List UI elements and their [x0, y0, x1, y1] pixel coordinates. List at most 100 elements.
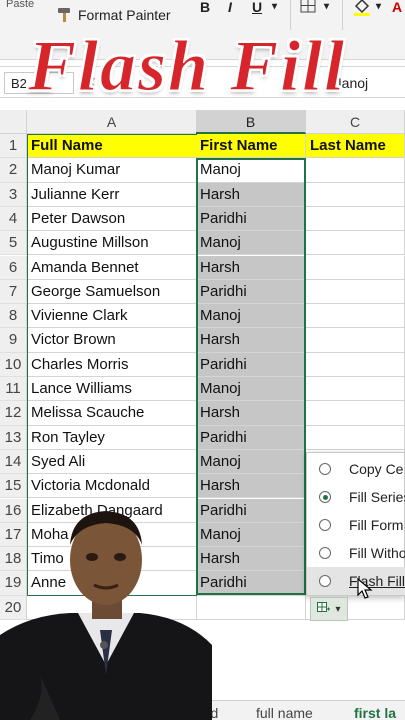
- full-name-cell[interactable]: Vivienne Clark: [27, 304, 197, 329]
- menu-item-flash-fill[interactable]: Flash Fill: [307, 567, 405, 595]
- paintbrush-icon: [56, 7, 74, 23]
- row-header[interactable]: 10: [0, 352, 27, 377]
- empty-cell[interactable]: [196, 595, 306, 620]
- first-name-cell[interactable]: Harsh: [196, 474, 306, 499]
- row-header[interactable]: 9: [0, 328, 27, 353]
- last-name-cell[interactable]: [306, 401, 405, 426]
- last-name-cell[interactable]: [306, 352, 405, 377]
- row-header[interactable]: 8: [0, 304, 27, 329]
- full-name-cell[interactable]: Augustine Millson: [27, 231, 197, 256]
- radio-icon: [319, 519, 331, 531]
- row-header[interactable]: 7: [0, 279, 27, 305]
- row-header[interactable]: 4: [0, 206, 27, 232]
- menu-item-fill-series[interactable]: Fill Series: [307, 483, 405, 511]
- row-header[interactable]: 5: [0, 231, 27, 256]
- first-name-cell[interactable]: Harsh: [196, 547, 306, 572]
- radio-icon: [319, 547, 331, 559]
- first-name-cell[interactable]: Manoj: [196, 158, 306, 183]
- autofill-icon: [317, 601, 331, 617]
- full-name-cell[interactable]: Ron Tayley: [27, 425, 197, 450]
- full-name-cell[interactable]: Charles Morris: [27, 352, 197, 377]
- last-name-cell[interactable]: [306, 304, 405, 329]
- row-header[interactable]: 3: [0, 182, 27, 207]
- select-all-corner[interactable]: [0, 110, 27, 134]
- first-name-cell[interactable]: Manoj: [196, 304, 306, 329]
- first-name-cell[interactable]: Harsh: [196, 182, 306, 207]
- first-name-cell[interactable]: Paridhi: [196, 206, 306, 232]
- last-name-cell[interactable]: [306, 255, 405, 280]
- row-header[interactable]: 12: [0, 401, 27, 426]
- full-name-cell[interactable]: Julianne Kerr: [27, 182, 197, 207]
- first-name-cell[interactable]: Paridhi: [196, 498, 306, 523]
- last-name-cell[interactable]: [306, 231, 405, 256]
- last-name-cell[interactable]: [306, 425, 405, 450]
- last-name-cell[interactable]: [306, 206, 405, 232]
- last-name-cell[interactable]: [306, 328, 405, 353]
- row-header[interactable]: 11: [0, 377, 27, 402]
- row-header[interactable]: 15: [0, 474, 27, 499]
- full-name-cell[interactable]: Lance Williams: [27, 377, 197, 402]
- column-header-c[interactable]: C: [306, 110, 405, 134]
- font-color-button[interactable]: A: [392, 0, 402, 16]
- menu-item-fill-formatting[interactable]: Fill Form: [307, 511, 405, 539]
- fill-color-dropdown-icon[interactable]: ▾: [376, 0, 381, 16]
- full-name-cell[interactable]: Manoj Kumar: [27, 158, 197, 183]
- last-name-cell[interactable]: [306, 182, 405, 207]
- menu-item-label: Fill Witho: [349, 545, 405, 561]
- first-name-cell[interactable]: Manoj: [196, 231, 306, 256]
- full-name-cell[interactable]: Amanda Bennet: [27, 255, 197, 280]
- row-header[interactable]: 6: [0, 255, 27, 280]
- first-name-cell[interactable]: Manoj: [196, 522, 306, 548]
- first-name-cell[interactable]: Manoj: [196, 377, 306, 402]
- menu-item-label: Fill Form: [349, 517, 404, 533]
- header-cell-last-name[interactable]: Last Name: [306, 134, 405, 159]
- first-name-cell[interactable]: Paridhi: [196, 352, 306, 377]
- italic-button[interactable]: I: [228, 0, 232, 16]
- last-name-cell[interactable]: [306, 279, 405, 305]
- full-name-cell[interactable]: Peter Dawson: [27, 206, 197, 232]
- fill-color-icon[interactable]: [352, 0, 372, 16]
- format-painter-label: Format Painter: [78, 7, 171, 23]
- first-name-cell[interactable]: Paridhi: [196, 425, 306, 450]
- full-name-cell[interactable]: Melissa Scauche: [27, 401, 197, 426]
- row-header[interactable]: 2: [0, 158, 27, 183]
- menu-item-fill-without-formatting[interactable]: Fill Witho: [307, 539, 405, 567]
- first-name-cell[interactable]: Harsh: [196, 401, 306, 426]
- underline-button[interactable]: U: [252, 0, 262, 16]
- underline-dropdown-icon[interactable]: ▾: [272, 0, 277, 16]
- borders-icon[interactable]: [300, 0, 318, 14]
- full-name-cell[interactable]: George Samuelson: [27, 279, 197, 305]
- full-name-cell[interactable]: Syed Ali: [27, 449, 197, 475]
- first-name-cell[interactable]: Manoj: [196, 449, 306, 475]
- autofill-options-button[interactable]: ▾: [310, 597, 348, 621]
- menu-item-label: Fill Series: [349, 489, 405, 505]
- row-header[interactable]: 1: [0, 134, 27, 159]
- full-name-cell[interactable]: Victoria Mcdonald: [27, 474, 197, 499]
- format-painter-button[interactable]: Format Painter: [56, 4, 171, 26]
- menu-item-label: Copy Ce: [349, 461, 404, 477]
- sheet-tab-active[interactable]: first la: [354, 705, 396, 720]
- presenter-video-overlay: [0, 505, 212, 720]
- mouse-cursor-icon: [357, 577, 373, 605]
- first-name-cell[interactable]: Paridhi: [196, 571, 306, 596]
- last-name-cell[interactable]: [306, 158, 405, 183]
- header-cell-first-name[interactable]: First Name: [196, 134, 306, 159]
- menu-item-copy-cells[interactable]: Copy Ce: [307, 455, 405, 483]
- video-title-overlay: Flash Fill: [27, 26, 347, 106]
- chevron-down-icon: ▾: [335, 603, 341, 615]
- header-cell-full-name[interactable]: Full Name: [27, 134, 197, 159]
- column-header-a[interactable]: A: [27, 110, 197, 134]
- first-name-cell[interactable]: Harsh: [196, 255, 306, 280]
- first-name-cell[interactable]: Paridhi: [196, 279, 306, 305]
- full-name-cell[interactable]: Victor Brown: [27, 328, 197, 353]
- row-header[interactable]: 13: [0, 425, 27, 450]
- radio-selected-icon: [319, 491, 331, 503]
- sheet-tab[interactable]: full name: [256, 705, 313, 720]
- last-name-cell[interactable]: [306, 377, 405, 402]
- row-header[interactable]: 14: [0, 449, 27, 475]
- column-header-b[interactable]: B: [196, 110, 306, 134]
- first-name-cell[interactable]: Harsh: [196, 328, 306, 353]
- borders-dropdown-icon[interactable]: ▾: [324, 0, 329, 16]
- bold-button[interactable]: B: [200, 0, 210, 16]
- paste-label[interactable]: Paste: [6, 0, 34, 10]
